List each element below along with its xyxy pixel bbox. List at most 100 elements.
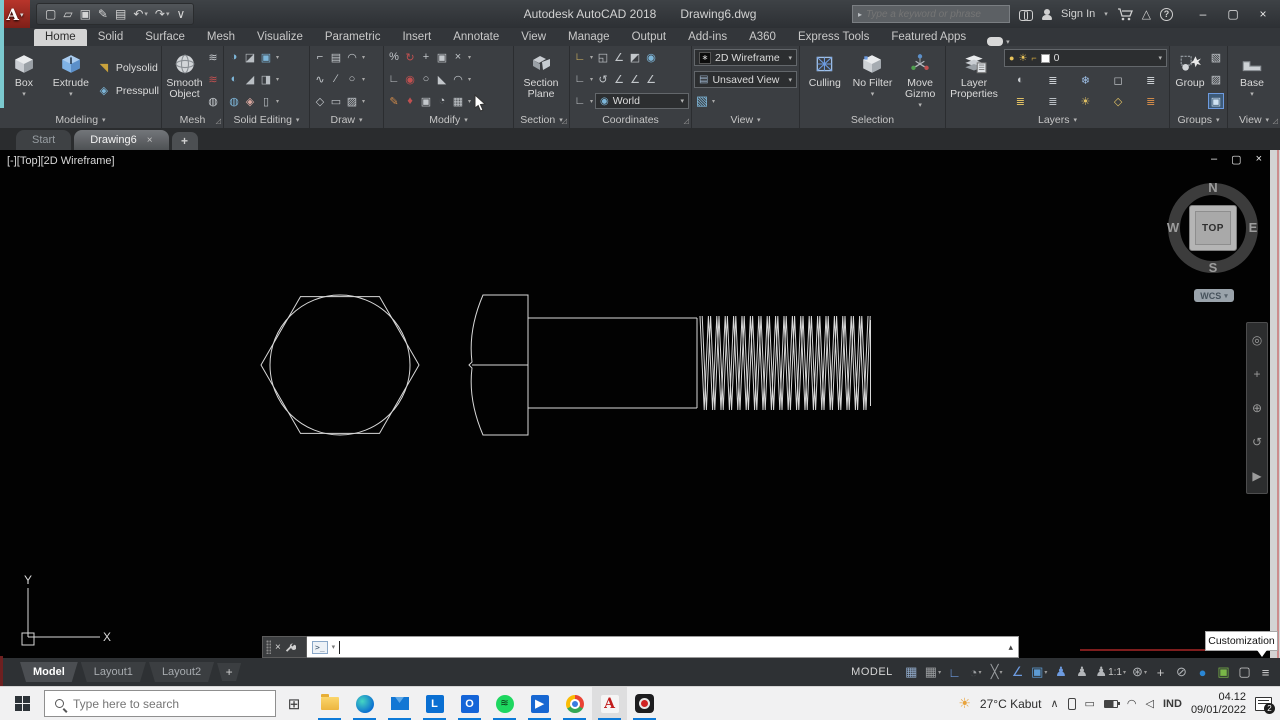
box-button[interactable]: Box ▾: [2, 48, 46, 111]
rectangle-icon[interactable]: ▭: [328, 93, 344, 109]
new-layout-button[interactable]: +: [217, 663, 241, 681]
ribbon-tab-a360[interactable]: A360: [738, 29, 787, 46]
polar-tracking-dropdown-icon[interactable]: ▾: [979, 669, 982, 676]
weather-icon[interactable]: ☀: [958, 695, 971, 712]
layer-dropdown[interactable]: ● ☀ ⌐ 0 ▾: [1004, 49, 1167, 67]
layer-lock-icon[interactable]: ◻: [1110, 72, 1126, 88]
fillet-edge-icon[interactable]: ∟: [386, 71, 402, 87]
group-selection-toggle-icon[interactable]: ▣: [1208, 93, 1224, 109]
object-snap-button[interactable]: ▣ ▾: [1028, 660, 1050, 684]
annotation-monitor-button[interactable]: +: [1150, 660, 1171, 684]
ribbon-tab-visualize[interactable]: Visualize: [246, 29, 314, 46]
compass-east[interactable]: E: [1245, 220, 1261, 235]
grid-display-button[interactable]: ▦: [901, 660, 922, 684]
chrome-taskbar-button[interactable]: [557, 687, 592, 720]
help-search-box[interactable]: ▸: [852, 5, 1010, 23]
rotate-3d-icon[interactable]: ↻: [402, 49, 418, 65]
volume-icon[interactable]: ◁: [1146, 697, 1154, 710]
layer-on-icon[interactable]: ≣: [1012, 93, 1028, 109]
section-plane-button[interactable]: Section Plane: [516, 48, 566, 111]
minimize-button[interactable]: –: [1188, 0, 1218, 28]
move-gizmo-button[interactable]: Move Gizmo ▾: [898, 48, 942, 111]
ucs-view-button[interactable]: ∟: [572, 93, 588, 109]
layer-make-current-icon[interactable]: ≣: [1143, 72, 1159, 88]
command-close-icon[interactable]: ×: [275, 642, 281, 653]
display-icon[interactable]: ▭: [1085, 697, 1095, 710]
a360-icon[interactable]: △: [1142, 7, 1151, 21]
hatch-icon[interactable]: ▨: [344, 93, 360, 109]
search-expand-icon[interactable]: ▸: [858, 10, 862, 19]
zoom-icon[interactable]: ⊕: [1252, 401, 1262, 415]
view-cube[interactable]: N W E S TOP WCS ▾: [1166, 176, 1260, 308]
taskbar-search-box[interactable]: [44, 690, 276, 717]
ortho-mode-button[interactable]: ∟: [944, 660, 965, 684]
rotate-icon[interactable]: ◉: [402, 71, 418, 87]
ucs-origin-icon[interactable]: ◩: [627, 49, 643, 65]
viewport-controls-label[interactable]: [-][Top][2D Wireframe]: [7, 155, 115, 167]
weather-label[interactable]: 27°C Kabut: [980, 697, 1042, 711]
ribbon-tab-manage[interactable]: Manage: [557, 29, 621, 46]
thicken-icon[interactable]: ▯: [258, 93, 274, 109]
point-icon[interactable]: ♦: [402, 93, 418, 109]
command-history-icon[interactable]: ▴: [1008, 642, 1013, 653]
right-scrollbar-strip[interactable]: [1270, 150, 1280, 658]
panel-expand-icon[interactable]: ◿: [684, 117, 689, 125]
app-menu-button[interactable]: A ▾: [0, 0, 30, 28]
file-tab-drawing6[interactable]: Drawing6 ×: [74, 130, 169, 150]
slice-dropdown-icon[interactable]: ▾: [274, 76, 281, 83]
ribbon-tab-home[interactable]: Home: [34, 29, 87, 46]
open-file-button[interactable]: ▱: [63, 7, 72, 21]
extrude-faces-icon[interactable]: ◪: [242, 49, 258, 65]
ucs-dropdown-icon[interactable]: ▾: [588, 54, 595, 61]
save-as-button[interactable]: ✎: [98, 7, 108, 21]
stretch-icon[interactable]: %: [386, 49, 402, 65]
maximize-button[interactable]: ▢: [1218, 0, 1248, 28]
undo-button[interactable]: ↶ ▾: [133, 7, 148, 21]
layout1-tab[interactable]: Layout1: [81, 662, 146, 682]
arc-dropdown-icon[interactable]: ▾: [360, 54, 367, 61]
hatch-dropdown-icon[interactable]: ▾: [360, 98, 367, 105]
model-tab[interactable]: Model: [20, 662, 78, 682]
qat-menu-button[interactable]: ∨: [176, 7, 185, 21]
ucs-previous-icon[interactable]: ∟: [572, 71, 588, 87]
align-icon[interactable]: ×: [450, 49, 466, 65]
command-input[interactable]: >_ ▾ ▴: [307, 636, 1019, 658]
app-store-cart-icon[interactable]: [1117, 7, 1133, 21]
ucs-3point-icon[interactable]: ◉: [643, 49, 659, 65]
slice-icon[interactable]: ◨: [258, 71, 274, 87]
ribbon-extra-button[interactable]: ▾: [987, 37, 1010, 46]
imprint-dropdown-icon[interactable]: ▾: [274, 54, 281, 61]
subtract-icon[interactable]: ◐: [226, 71, 242, 87]
mesh-smooth-less-icon[interactable]: ≋: [205, 71, 221, 87]
imprint-icon[interactable]: ▣: [258, 49, 274, 65]
polar-tracking-button[interactable]: ◔ ▾: [965, 660, 986, 684]
circle-icon[interactable]: ○: [344, 71, 360, 87]
intersect-icon[interactable]: ◍: [226, 93, 242, 109]
clean-screen-button[interactable]: ▢: [1234, 660, 1255, 684]
file-tab-start[interactable]: Start: [16, 130, 72, 150]
object-snap-dropdown-icon[interactable]: ▾: [1044, 669, 1047, 676]
help-search-input[interactable]: [866, 8, 1004, 20]
ucs-icon[interactable]: ∟: [572, 49, 588, 65]
o-app-taskbar-button[interactable]: O: [452, 687, 487, 720]
ribbon-tab-insert[interactable]: Insert: [391, 29, 442, 46]
ribbon-tab-featured-apps[interactable]: Featured Apps: [880, 29, 977, 46]
layer-thaw-icon[interactable]: ☀: [1077, 93, 1093, 109]
panel-label-view[interactable]: View ▾: [692, 111, 799, 128]
union-icon[interactable]: ◑: [226, 49, 242, 65]
ucs-undo-icon[interactable]: ↺: [595, 71, 611, 87]
clock[interactable]: 04.12 09/01/2022: [1191, 691, 1246, 716]
panel-label-draw[interactable]: Draw ▾: [310, 111, 383, 128]
panel-label-groups[interactable]: Groups ▾: [1170, 111, 1227, 128]
mesh-refine-icon[interactable]: ◍: [205, 93, 221, 109]
viewport-restore-icon[interactable]: ▢: [1231, 153, 1241, 166]
undo-dropdown-icon[interactable]: ▾: [144, 10, 148, 18]
layer-properties-button[interactable]: Layer Properties: [948, 48, 1000, 111]
search-icon[interactable]: [1019, 9, 1033, 21]
mail-taskbar-button[interactable]: [382, 687, 417, 720]
spotify-taskbar-button[interactable]: ≋: [487, 687, 522, 720]
copy-icon[interactable]: ▣: [434, 49, 450, 65]
ribbon-tab-express-tools[interactable]: Express Tools: [787, 29, 880, 46]
ribbon-tab-annotate[interactable]: Annotate: [442, 29, 510, 46]
pan-icon[interactable]: +: [1253, 367, 1260, 381]
